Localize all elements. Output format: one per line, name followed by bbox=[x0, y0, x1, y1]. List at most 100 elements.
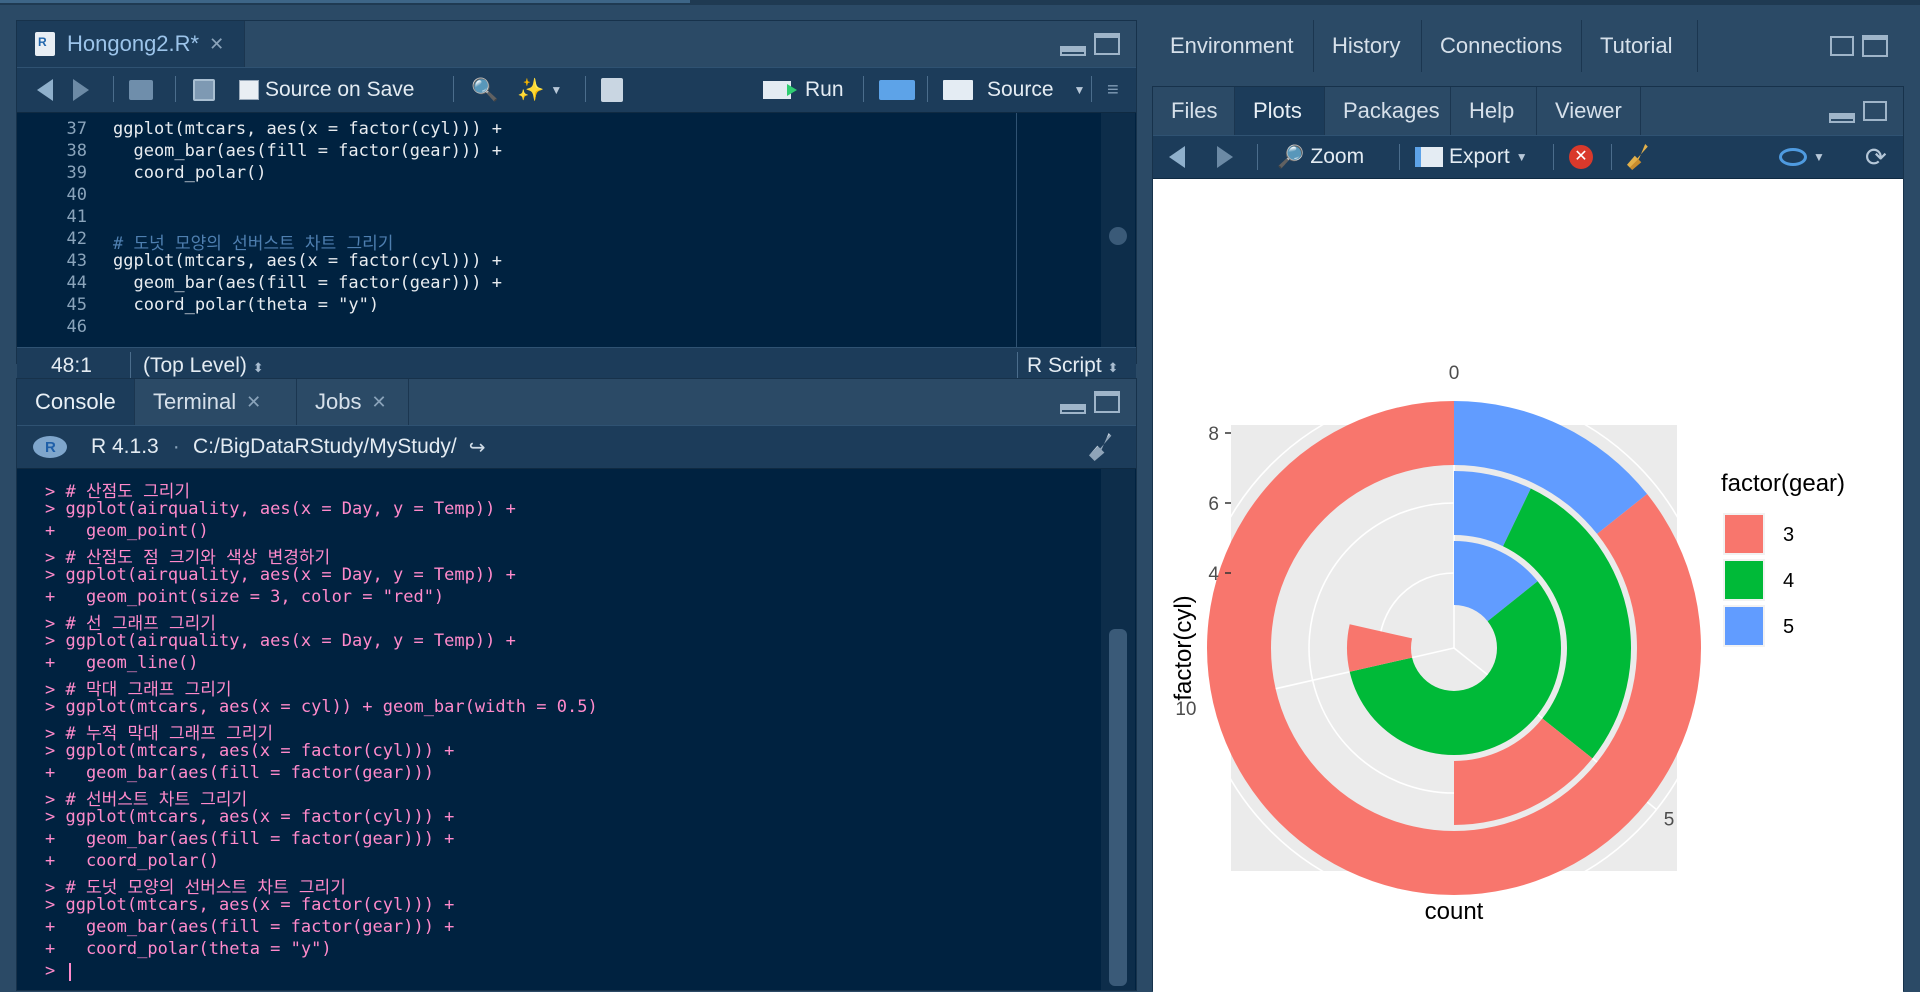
publish-button[interactable]: ▼ bbox=[1779, 136, 1825, 178]
plot-back-button[interactable] bbox=[1169, 136, 1185, 178]
angular-tick-label: 5 bbox=[1664, 809, 1675, 830]
console-cursor bbox=[69, 963, 71, 981]
tab-files-label: Files bbox=[1171, 98, 1218, 123]
tab-terminal-label: Terminal bbox=[153, 389, 237, 414]
close-tab-icon[interactable]: ✕ bbox=[246, 392, 261, 413]
back-button[interactable] bbox=[37, 68, 53, 112]
toolbar-separator bbox=[1553, 144, 1554, 170]
maximize-icon[interactable] bbox=[1862, 35, 1888, 57]
remove-plot-button[interactable]: ✕ bbox=[1569, 136, 1593, 178]
files-window-controls bbox=[1829, 87, 1887, 135]
console-line: + geom_bar(aes(fill = factor(gear))) + bbox=[45, 917, 455, 937]
toolbar-separator bbox=[113, 76, 114, 102]
console-scroll-thumb[interactable] bbox=[1109, 629, 1127, 986]
console-line: + geom_point(size = 3, color = "red") bbox=[45, 587, 445, 607]
console-output[interactable]: > # 산점도 그리기 > ggplot(airquality, aes(x = … bbox=[17, 469, 1136, 990]
minimize-icon[interactable] bbox=[1060, 46, 1086, 56]
rerun-icon bbox=[879, 80, 915, 100]
zoom-button[interactable]: 🔎 Zoom bbox=[1277, 136, 1364, 178]
maximize-icon[interactable] bbox=[1094, 33, 1120, 55]
rerun-button[interactable] bbox=[879, 68, 915, 112]
tab-plots-label: Plots bbox=[1253, 98, 1302, 123]
export-button[interactable]: Export ▼ bbox=[1415, 136, 1528, 178]
editor-scrollbar[interactable] bbox=[1101, 113, 1135, 347]
minimize-icon[interactable] bbox=[1060, 404, 1086, 414]
code-editor[interactable]: 37 38 39 40 41 42 43 44 45 46 ggplot(mtcars, aes(… bbox=[17, 113, 1136, 347]
margin-line bbox=[1016, 113, 1017, 347]
close-tab-icon[interactable]: ✕ bbox=[209, 34, 224, 55]
console-pane: Console Terminal ✕ Jobs ✕ R R 4.1.3 · C:/Bi… bbox=[16, 378, 1137, 991]
tab-plots[interactable]: Plots bbox=[1235, 87, 1325, 135]
tab-packages[interactable]: Packages bbox=[1325, 87, 1451, 135]
tab-help[interactable]: Help bbox=[1451, 87, 1537, 135]
zoom-icon: 🔎 bbox=[1277, 144, 1305, 169]
r-version: R 4.1.3 · bbox=[91, 426, 180, 468]
tab-help-label: Help bbox=[1469, 98, 1515, 123]
tab-history[interactable]: History bbox=[1314, 20, 1422, 72]
file-tab[interactable]: R Hongong2.R* ✕ bbox=[17, 21, 245, 67]
run-button[interactable]: Run bbox=[763, 68, 844, 112]
find-button[interactable]: 🔍 bbox=[471, 68, 498, 112]
tab-jobs[interactable]: Jobs ✕ bbox=[297, 379, 409, 425]
files-pane: Files Plots Packages Help Viewer 🔎 Zoom E… bbox=[1152, 86, 1904, 992]
export-label: Export bbox=[1449, 145, 1510, 168]
tab-viewer[interactable]: Viewer bbox=[1537, 87, 1641, 135]
show-in-window-button[interactable] bbox=[129, 68, 153, 112]
search-icon: 🔍 bbox=[471, 77, 499, 102]
save-button[interactable] bbox=[193, 68, 215, 112]
line-number: 39 bbox=[66, 163, 87, 183]
outline-icon: ≡ bbox=[1107, 78, 1119, 101]
tab-tutorial[interactable]: Tutorial bbox=[1582, 20, 1698, 72]
radial-tick-label: 6 bbox=[1208, 494, 1219, 515]
zoom-label: Zoom bbox=[1310, 145, 1365, 168]
minimize-icon[interactable] bbox=[1829, 113, 1855, 123]
toolbar-separator bbox=[1611, 144, 1612, 170]
tab-environment[interactable]: Environment bbox=[1152, 20, 1314, 72]
forward-button[interactable] bbox=[73, 68, 89, 112]
radial-tick-label: 4 bbox=[1208, 564, 1219, 585]
tab-terminal[interactable]: Terminal ✕ bbox=[135, 379, 297, 425]
refresh-button[interactable]: ⟳ bbox=[1865, 136, 1887, 178]
scope-selector[interactable]: (Top Level) ⬍ bbox=[143, 354, 264, 378]
donut-chart: 0 5 10 4 6 8 count factor(cyl) factor(gear) 3 4 5 bbox=[1170, 363, 1845, 925]
console-line: > ggplot(mtcars, aes(x = cyl)) + geom_ba… bbox=[45, 697, 598, 717]
maximize-icon[interactable] bbox=[1094, 391, 1120, 413]
restore-icon[interactable] bbox=[1863, 101, 1887, 121]
toolbar-separator bbox=[863, 76, 864, 102]
tab-console[interactable]: Console bbox=[17, 379, 135, 425]
editor-scroll-thumb[interactable] bbox=[1109, 227, 1127, 245]
line-number: 41 bbox=[66, 207, 87, 227]
files-tabbar: Files Plots Packages Help Viewer bbox=[1153, 87, 1903, 135]
tab-files[interactable]: Files bbox=[1153, 87, 1235, 135]
console-line: > ggplot(airquality, aes(x = Day, y = Te… bbox=[45, 565, 516, 585]
working-directory[interactable]: C:/BigDataRStudy/MyStudy/ ↪ bbox=[193, 426, 486, 468]
plot-forward-button[interactable] bbox=[1217, 136, 1233, 178]
toolbar-separator bbox=[1399, 144, 1400, 170]
env-tabbar: Environment History Connections Tutorial bbox=[1152, 20, 1904, 72]
clear-console-button[interactable] bbox=[1089, 426, 1117, 468]
source-on-save-toggle[interactable]: Source on Save bbox=[239, 68, 414, 112]
file-type-selector[interactable]: R Script ⬍ bbox=[1027, 354, 1118, 378]
restore-icon[interactable] bbox=[1830, 36, 1854, 56]
toolbar-separator bbox=[1091, 76, 1092, 102]
console-scrollbar[interactable] bbox=[1101, 469, 1135, 990]
clear-plots-button[interactable] bbox=[1627, 136, 1653, 178]
source-icon bbox=[943, 80, 973, 100]
compile-report-button[interactable] bbox=[601, 68, 623, 112]
r-version-label: R 4.1.3 bbox=[91, 435, 159, 458]
code-line: ggplot(mtcars, aes(x = factor(cyl))) + bbox=[113, 251, 502, 271]
tab-connections[interactable]: Connections bbox=[1422, 20, 1582, 72]
outline-button[interactable]: ≡ bbox=[1107, 68, 1119, 112]
source-button[interactable]: Source ▼ bbox=[943, 68, 1085, 112]
console-toolbar: R R 4.1.3 · C:/BigDataRStudy/MyStudy/ ↪ bbox=[17, 425, 1136, 469]
close-tab-icon[interactable]: ✕ bbox=[371, 392, 386, 413]
source-tabbar: R Hongong2.R* ✕ bbox=[17, 21, 1136, 67]
go-to-directory-icon[interactable]: ↪ bbox=[469, 435, 486, 460]
source-on-save-label: Source on Save bbox=[265, 78, 415, 101]
window-top-strip bbox=[0, 0, 1920, 5]
source-on-save-checkbox[interactable] bbox=[239, 80, 259, 100]
back-arrow-icon bbox=[37, 79, 53, 101]
code-tools-button[interactable]: ✨ ▼ bbox=[517, 68, 562, 112]
code-line: geom_bar(aes(fill = factor(gear))) + bbox=[113, 273, 502, 293]
working-dir-label: C:/BigDataRStudy/MyStudy/ bbox=[193, 435, 457, 458]
